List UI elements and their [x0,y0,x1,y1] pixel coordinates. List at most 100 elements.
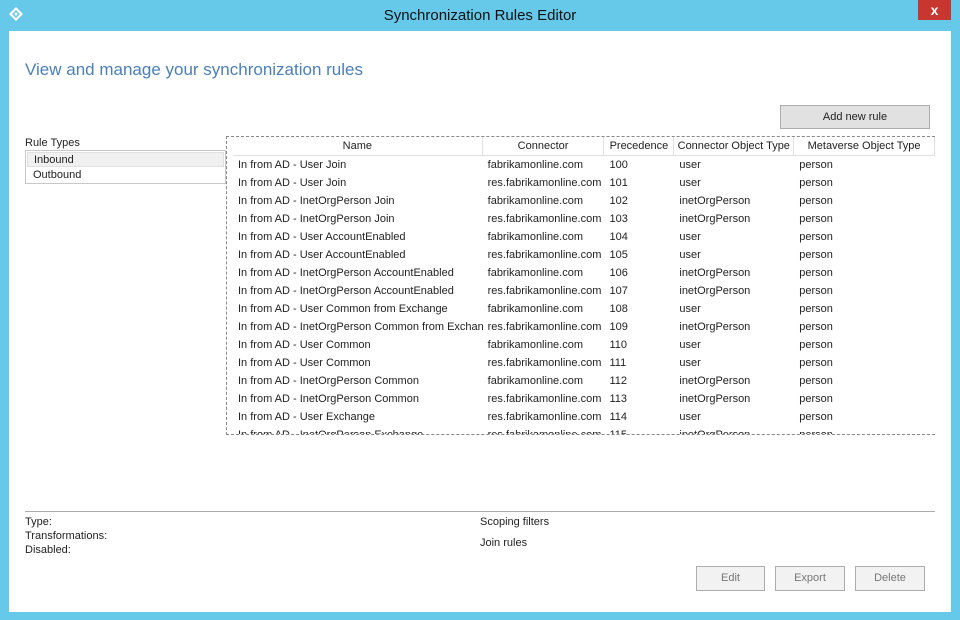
table-row[interactable]: In from AD - User Common fabrikamonline.c… [233,336,935,354]
cell-connector-object-type: user [679,339,701,351]
cell-metaverse-object-type: person [799,177,833,189]
table-row[interactable]: In from AD - User Join fabrikamonline.com… [233,156,935,174]
cell-connector: res.fabrikamonline.com [487,321,602,333]
cell-connector: res.fabrikamonline.com [487,411,602,423]
column-header-name[interactable]: Name [233,137,483,155]
table-row[interactable]: In from AD - InetOrgPerson Common fabrika… [233,372,935,390]
table-row[interactable]: In from AD - InetOrgPerson Common res.fab… [233,390,935,408]
cell-precedence: 114 [609,411,628,423]
column-header-precedence[interactable]: Precedence [604,137,675,155]
title-bar[interactable]: Synchronization Rules Editor x [0,0,960,31]
cell-precedence: 111 [609,357,627,369]
cell-rule-name: In from AD - User Common [238,357,371,369]
cell-metaverse-object-type: person [799,321,833,333]
cell-metaverse-object-type: person [799,267,833,279]
cell-rule-name: In from AD - User Join [238,159,347,171]
scoping-filters-label: Scoping filters [480,516,550,528]
cell-connector-object-type: inetOrgPerson [679,321,751,333]
cell-connector-object-type: inetOrgPerson [679,393,751,405]
table-row[interactable]: In from AD - User Common res.fabrikamonli… [233,354,935,372]
table-row[interactable]: In from AD - User Common from Exchange fa… [233,300,935,318]
rule-types-label: Rule Types [25,137,80,149]
cell-metaverse-object-type: person [799,249,833,261]
cell-metaverse-object-type: person [799,285,833,297]
cell-precedence: 103 [609,213,628,225]
grid-header: Name Connector Precedence Connector Obje… [233,137,935,156]
cell-precedence: 100 [609,159,628,171]
table-row[interactable]: In from AD - InetOrgPerson AccountEnable… [233,264,935,282]
cell-connector: fabrikamonline.com [487,195,584,207]
cell-connector: res.fabrikamonline.com [487,393,602,405]
table-row[interactable]: In from AD - User AccountEnabled res.fabr… [233,246,935,264]
cell-connector-object-type: inetOrgPerson [679,375,751,387]
cell-connector-object-type: user [679,231,701,243]
delete-button[interactable]: Delete [855,566,925,591]
cell-rule-name: In from AD - InetOrgPerson Common from E… [238,321,483,333]
cell-precedence: 109 [609,321,628,333]
cell-metaverse-object-type: person [799,393,833,405]
cell-metaverse-object-type: person [799,339,833,351]
table-row[interactable]: In from AD - User Join res.fabrikamonline… [233,174,935,192]
table-row[interactable]: In from AD - InetOrgPerson Join fabrikamo… [233,192,935,210]
cell-precedence: 102 [609,195,628,207]
cell-connector-object-type: user [679,159,701,171]
table-row[interactable]: In from AD - InetOrgPerson Exchange res.f… [233,426,935,435]
cell-rule-name: In from AD - InetOrgPerson Join [238,213,395,225]
cell-metaverse-object-type: person [799,195,833,207]
cell-rule-name: In from AD - InetOrgPerson AccountEnable… [238,285,454,297]
cell-rule-name: In from AD - User Exchange [238,411,375,423]
cell-rule-name: In from AD - User Common from Exchange [238,303,448,315]
cell-connector-object-type: user [679,303,701,315]
cell-connector: res.fabrikamonline.com [487,213,602,225]
divider [25,511,935,512]
table-row[interactable]: In from AD - User AccountEnabled fabrikam… [233,228,935,246]
cell-metaverse-object-type: person [799,231,833,243]
table-row[interactable]: In from AD - InetOrgPerson AccountEnable… [233,282,935,300]
cell-connector-object-type: user [679,177,701,189]
cell-metaverse-object-type: person [799,213,833,225]
cell-metaverse-object-type: person [799,159,833,171]
cell-metaverse-object-type: person [799,429,833,435]
cell-connector: res.fabrikamonline.com [487,357,602,369]
cell-rule-name: In from AD - User AccountEnabled [238,231,406,243]
cell-connector: fabrikamonline.com [487,231,584,243]
cell-connector-object-type: inetOrgPerson [679,195,751,207]
column-header-connector-object-type[interactable]: Connector Object Type [674,137,795,155]
close-button[interactable]: x [918,0,951,20]
cell-connector-object-type: user [679,357,701,369]
rule-types-list[interactable]: Inbound Outbound [25,150,226,184]
cell-precedence: 101 [609,177,628,189]
column-header-metaverse-object-type[interactable]: Metaverse Object Type [794,137,935,155]
cell-rule-name: In from AD - User Join [238,177,347,189]
edit-button[interactable]: Edit [696,566,765,591]
cell-connector: fabrikamonline.com [487,375,584,387]
cell-connector: res.fabrikamonline.com [487,177,602,189]
column-header-connector[interactable]: Connector [483,137,605,155]
table-row[interactable]: In from AD - User Exchange res.fabrikamon… [233,408,935,426]
cell-metaverse-object-type: person [799,411,833,423]
cell-rule-name: In from AD - InetOrgPerson Common [238,393,419,405]
cell-precedence: 108 [609,303,628,315]
cell-connector: fabrikamonline.com [487,159,584,171]
cell-connector-object-type: inetOrgPerson [679,267,751,279]
cell-metaverse-object-type: person [799,357,833,369]
cell-connector: res.fabrikamonline.com [487,249,602,261]
cell-connector-object-type: inetOrgPerson [679,285,751,297]
rules-grid[interactable]: Name Connector Precedence Connector Obje… [226,136,935,435]
join-rules-label: Join rules [480,537,528,549]
rule-type-outbound[interactable]: Outbound [27,168,224,183]
add-new-rule-button[interactable]: Add new rule [780,105,930,129]
cell-metaverse-object-type: person [799,375,833,387]
cell-connector: res.fabrikamonline.com [487,285,602,297]
rule-type-inbound[interactable]: Inbound [27,152,224,167]
disabled-label: Disabled: [25,544,71,556]
cell-metaverse-object-type: person [799,303,833,315]
cell-precedence: 107 [609,285,628,297]
cell-rule-name: In from AD - User Common [238,339,371,351]
cell-connector-object-type: user [679,411,701,423]
table-row[interactable]: In from AD - InetOrgPerson Join res.fabri… [233,210,935,228]
cell-rule-name: In from AD - InetOrgPerson Join [238,195,395,207]
table-row[interactable]: In from AD - InetOrgPerson Common from E… [233,318,935,336]
page-title: View and manage your synchronization rul… [25,60,363,79]
export-button[interactable]: Export [775,566,845,591]
